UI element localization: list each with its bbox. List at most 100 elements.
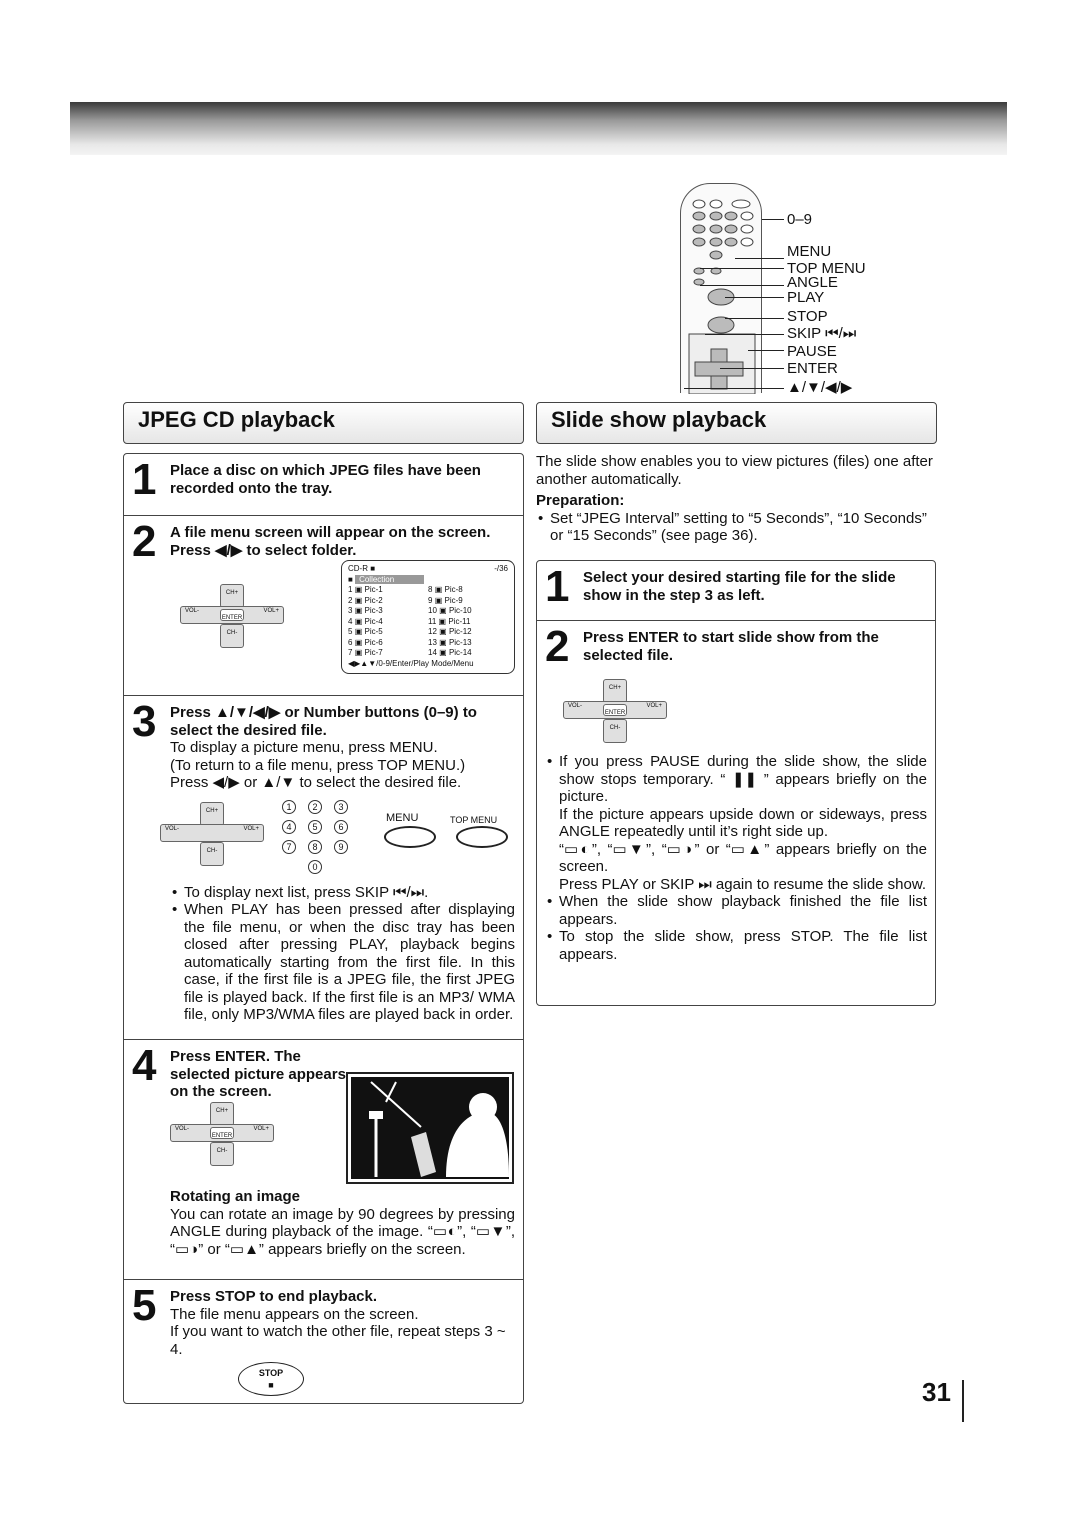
number-button-2: 2 [308, 799, 322, 814]
file-entry[interactable]: 6 ▣ Pic-6 [348, 638, 428, 649]
step-text: If you want to watch the other file, rep… [170, 1323, 506, 1358]
file-entry[interactable]: 3 ▣ Pic-3 [348, 606, 428, 617]
step-4: 4 Press ENTER. The selected picture appe… [124, 1040, 523, 1280]
dpad-up: CH+ [210, 1102, 234, 1126]
dpad-left: VOL- [568, 703, 583, 709]
header-bar [70, 102, 1007, 155]
label-menu: MENU [787, 243, 832, 260]
file-entry[interactable]: 8 ▣ Pic-8 [428, 585, 508, 596]
file-entry[interactable]: 5 ▣ Pic-5 [348, 627, 428, 638]
remote-illustration [680, 183, 762, 395]
file-entry[interactable]: 11 ▣ Pic-11 [428, 617, 508, 628]
note: To stop the slide show, press STOP. The … [545, 928, 927, 963]
file-index: 10 [428, 606, 437, 615]
step-number: 4 [132, 1041, 157, 1090]
file-name: Pic-2 [364, 595, 383, 605]
step-heading: Press ▲/▼/◀/▶ or Number buttons (0–9) to… [170, 704, 477, 739]
step-number: 3 [132, 697, 157, 746]
label-play: PLAY [787, 289, 825, 306]
number-button-0: 0 [308, 859, 322, 874]
leader-line [684, 388, 784, 389]
file-index: 6 [348, 637, 353, 647]
image-file-icon: ▣ [434, 595, 443, 605]
file-entry[interactable]: 13 ▣ Pic-13 [428, 638, 508, 649]
dpad-down: CH- [603, 719, 627, 743]
dpad-up: CH+ [200, 801, 224, 826]
step-heading: Press STOP to end playback. [170, 1288, 378, 1305]
dpad-illustration: CH+ VOL- VOL+ CH- ENTER [170, 1102, 274, 1166]
file-entry[interactable]: 4 ▣ Pic-4 [348, 617, 428, 628]
number-button-4: 4 [282, 819, 296, 834]
slideshow-intro: The slide show enables you to view pictu… [536, 453, 936, 545]
file-menu-screen: CD-R ■ -/36 ■ Collection 1 ▣ Pic-1 2 ▣ Pic… [341, 560, 515, 674]
leader-line [720, 368, 784, 369]
number-button-9: 9 [334, 839, 348, 854]
file-name: Pic-11 [448, 616, 471, 626]
dpad-right: VOL+ [263, 608, 279, 614]
stop-label: STOP [258, 1368, 284, 1378]
preparation-text: Set “JPEG Interval” setting to “5 Second… [536, 510, 936, 545]
image-file-icon: ▣ [434, 585, 443, 594]
leader-line [700, 268, 784, 269]
intro-text: The slide show enables you to view pictu… [536, 453, 933, 488]
image-file-icon: ▣ [439, 637, 447, 647]
number-button-3: 3 [334, 799, 348, 814]
page-number: 31 [922, 1377, 951, 1407]
file-name: Pic-12 [448, 627, 472, 636]
file-entry[interactable]: 9 ▣ Pic-9 [428, 596, 508, 607]
leader-line [705, 334, 784, 335]
dpad-right: VOL+ [243, 825, 259, 832]
label-skip: SKIP ⏮/⏭ [787, 325, 857, 342]
file-index: 1 [348, 585, 353, 594]
file-index: 3 [348, 606, 353, 615]
stop-button: STOP ■ [238, 1362, 304, 1396]
step-text: (To return to a file menu, press TOP MEN… [170, 756, 466, 774]
folder-icon: ■ [348, 574, 353, 584]
image-file-icon: ▣ [438, 616, 447, 626]
file-entry[interactable]: 12 ▣ Pic-12 [428, 627, 508, 638]
dpad-left: VOL- [165, 825, 180, 832]
file-entry[interactable]: 1 ▣ Pic-1 [348, 585, 428, 596]
label-angle: ANGLE [787, 274, 838, 291]
file-entry[interactable]: 10 ▣ Pic-10 [428, 606, 508, 617]
page-number-divider [962, 1380, 964, 1422]
file-count: -/36 [494, 564, 508, 573]
dpad-illustration: CH+ VOL- VOL+ CH- ENTER [180, 584, 284, 648]
step-heading: A file menu screen will appear on the sc… [170, 524, 491, 559]
remote-buttons-icon [688, 199, 756, 395]
preparation-heading: Preparation: [536, 492, 625, 509]
file-menu-footer: ◀▶▲▼/0-9/Enter/Play Mode/Menu [348, 658, 474, 668]
leader-line [762, 219, 784, 220]
step-number: 2 [545, 622, 570, 671]
file-entry[interactable]: 7 ▣ Pic-7 [348, 648, 428, 659]
step-heading: Press ENTER. The selected picture appear… [170, 1048, 346, 1100]
file-name: Pic-5 [364, 627, 383, 636]
file-index: 12 [428, 627, 437, 636]
file-name: Pic-4 [364, 616, 383, 626]
step-2: 2 A file menu screen will appear on the … [124, 516, 523, 696]
slideshow-notes: If you press PAUSE during the slide show… [545, 753, 927, 963]
image-file-icon: ▣ [439, 648, 447, 657]
slide-step-2: 2 Press ENTER to start slide show from t… [537, 621, 935, 1007]
step-heading: Select your desired starting file for th… [583, 569, 896, 604]
note-continued: Press PLAY or SKIP ⏭ again to resume the… [559, 875, 927, 893]
slide-step-1: 1 Select your desired starting file for … [537, 561, 935, 621]
section-title-slideshow: Slide show playback [536, 402, 937, 444]
rotating-text: You can rotate an image by 90 degrees by… [170, 1205, 515, 1258]
step-3-notes: To display next list, press SKIP ⏮/⏭. Wh… [170, 884, 515, 1024]
jpeg-steps-box: 1 Place a disc on which JPEG files have … [123, 453, 524, 1404]
image-file-icon: ▣ [354, 637, 363, 647]
file-entry[interactable]: 2 ▣ Pic-2 [348, 596, 428, 607]
note: When the slide show playback finished th… [545, 893, 927, 928]
number-button-8: 8 [308, 839, 322, 854]
image-file-icon: ▣ [354, 616, 363, 626]
note: If you press PAUSE during the slide show… [545, 753, 927, 806]
number-button-6: 6 [334, 819, 348, 834]
file-index: 5 [348, 627, 353, 636]
label-arrows: ▲/▼/◀/▶ [787, 379, 853, 396]
step-5: 5 Press STOP to end playback. The file m… [124, 1280, 523, 1405]
file-name: Pic-6 [364, 637, 383, 647]
file-entry[interactable]: 14 ▣ Pic-14 [428, 648, 508, 659]
folder-name: Collection [355, 574, 425, 584]
dpad-down: CH- [200, 841, 224, 866]
